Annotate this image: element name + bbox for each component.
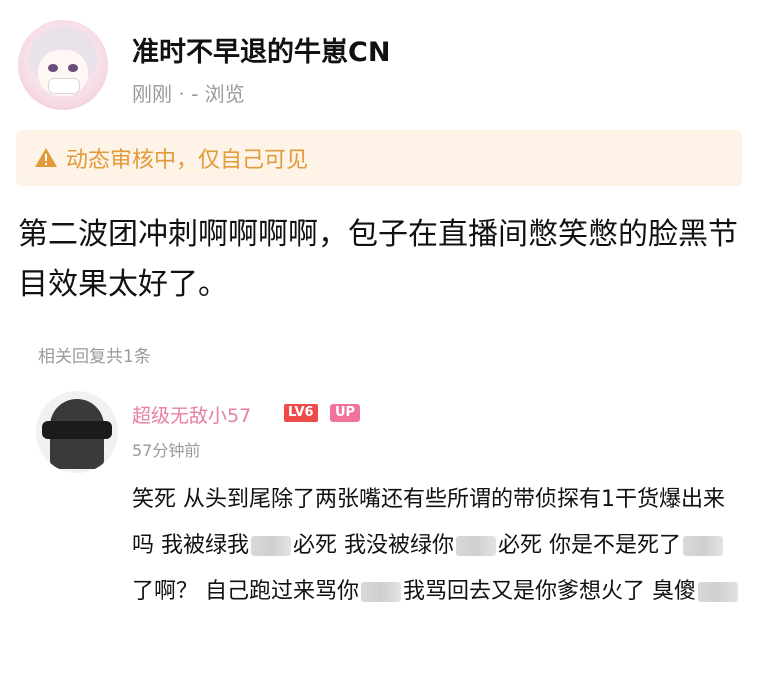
reply-author-name[interactable]: 超级无敌小57 bbox=[132, 401, 251, 428]
censor-blur bbox=[683, 536, 723, 556]
censor-blur bbox=[456, 536, 496, 556]
reply-text-segment: 了啊？ 自己跑过来骂你 bbox=[132, 579, 359, 604]
replies-count: 相关回复共1条 bbox=[38, 347, 151, 367]
author-avatar[interactable] bbox=[18, 20, 108, 110]
post-content: 第二波团冲刺啊啊啊啊，包子在直播间憋笑憋的脸黑节目效果太好了。 bbox=[18, 217, 738, 302]
censor-blur bbox=[361, 582, 401, 602]
author-name[interactable]: 准时不早退的牛崽CN bbox=[132, 30, 390, 69]
reply-content: 笑死 从头到尾除了两张嘴还有些所谓的带侦探有1干货爆出来吗 我被绿我 必死 我没被… bbox=[132, 477, 742, 615]
censor-blur bbox=[251, 536, 291, 556]
warning-triangle-icon bbox=[34, 146, 58, 170]
reply-item: 超级无敌小57 LV6 UP 57分钟前 笑死 从头到尾除了两张嘴还有些所谓的带… bbox=[30, 385, 750, 673]
censor-blur bbox=[698, 582, 738, 602]
post-meta: 刚刚 · - 浏览 bbox=[132, 82, 245, 106]
reply-time: 57分钟前 bbox=[132, 441, 201, 460]
reply-text-segment: 必死 你是不是死了 bbox=[498, 533, 681, 558]
reply-text-segment: 我骂回去又是你爹想火了 臭傻 bbox=[403, 579, 696, 604]
review-notice-banner: 动态审核中，仅自己可见 bbox=[16, 130, 742, 186]
post-header: 准时不早退的牛崽CN 刚刚 · - 浏览 bbox=[14, 14, 744, 114]
reply-text-segment: 必死 我没被绿你 bbox=[293, 533, 454, 558]
notice-text: 动态审核中，仅自己可见 bbox=[66, 148, 309, 173]
level-badge: LV6 bbox=[284, 404, 318, 422]
up-badge: UP bbox=[330, 404, 361, 422]
reply-avatar[interactable] bbox=[36, 391, 118, 473]
